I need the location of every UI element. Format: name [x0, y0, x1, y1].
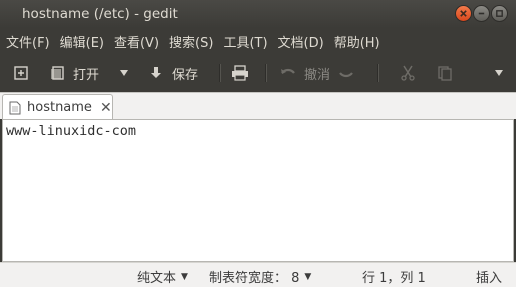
dropdown-arrow-icon	[120, 70, 128, 76]
editor-content[interactable]: www-linuxidc-com	[6, 123, 136, 139]
toolbar-separator	[377, 64, 378, 82]
tab-width-selector[interactable]: 制表符宽度： 8 ▼	[209, 267, 311, 286]
menu-edit[interactable]: 编辑(E)	[60, 32, 104, 51]
title-bar: hostname (/etc) - gedit	[0, 0, 516, 28]
cursor-position-label: 行 1，列 1	[362, 271, 426, 286]
print-button[interactable]	[231, 56, 249, 90]
open-recent-dropdown[interactable]	[119, 56, 129, 90]
printer-icon	[232, 65, 248, 81]
menu-search[interactable]: 搜索(S)	[169, 32, 213, 51]
copy-icon	[438, 66, 452, 81]
menu-tools[interactable]: 工具(T)	[223, 32, 267, 51]
toolbar: 打开 保存 撤消	[0, 56, 516, 90]
document-tab-strip: hostname ✕	[0, 92, 516, 120]
menu-file[interactable]: 文件(F)	[6, 32, 50, 51]
toolbar-separator	[219, 64, 220, 82]
save-button[interactable]: 保存	[148, 56, 198, 90]
open-file-icon	[51, 66, 64, 80]
minimize-icon	[478, 12, 485, 15]
tab-close-button[interactable]: ✕	[100, 101, 112, 115]
scissors-icon	[401, 65, 415, 81]
close-icon	[460, 10, 467, 17]
dropdown-arrow-icon: ▼	[304, 271, 312, 282]
insert-mode-indicator: 插入	[476, 267, 502, 286]
text-editor-area[interactable]: www-linuxidc-com	[2, 119, 514, 262]
language-label: 纯文本	[137, 271, 177, 286]
undo-button[interactable]: 撤消	[280, 56, 330, 90]
undo-icon	[281, 68, 295, 74]
menu-documents[interactable]: 文档(D)	[278, 32, 324, 51]
copy-button[interactable]	[437, 56, 453, 90]
tab-hostname[interactable]: hostname ✕	[2, 94, 113, 120]
menu-help[interactable]: 帮助(H)	[334, 32, 380, 51]
insert-mode-label: 插入	[476, 271, 503, 286]
language-selector[interactable]: 纯文本 ▼	[137, 267, 188, 286]
window-controls	[455, 5, 508, 22]
new-document-button[interactable]	[13, 56, 29, 90]
toolbar-separator	[265, 64, 266, 82]
open-label: 打开	[73, 67, 100, 83]
open-button[interactable]: 打开	[49, 56, 99, 90]
cut-button[interactable]	[400, 56, 416, 90]
redo-icon	[339, 72, 353, 78]
window-title: hostname (/etc) - gedit	[22, 6, 178, 22]
dropdown-arrow-icon	[495, 70, 503, 76]
minimize-window-button[interactable]	[473, 5, 490, 22]
text-file-icon	[9, 101, 21, 114]
undo-label: 撤消	[304, 67, 331, 83]
save-label: 保存	[172, 67, 199, 83]
toolbar-overflow-button[interactable]	[494, 56, 504, 90]
menu-view[interactable]: 查看(V)	[114, 32, 159, 51]
maximize-window-button[interactable]	[491, 5, 508, 22]
menu-bar: 文件(F) 编辑(E) 查看(V) 搜索(S) 工具(T) 文档(D) 帮助(H…	[0, 29, 516, 53]
status-bar: 纯文本 ▼ 制表符宽度： 8 ▼ 行 1，列 1 插入	[0, 262, 516, 287]
maximize-icon	[496, 10, 503, 17]
tab-label: hostname	[27, 100, 92, 115]
dropdown-arrow-icon: ▼	[181, 271, 188, 282]
close-window-button[interactable]	[455, 5, 472, 22]
save-download-icon	[151, 67, 161, 78]
gedit-window: hostname (/etc) - gedit 文件(F) 编辑(E) 查看(V…	[0, 0, 516, 287]
redo-button[interactable]	[338, 56, 354, 90]
new-document-icon	[14, 66, 28, 80]
cursor-position: 行 1，列 1	[362, 267, 426, 286]
tab-width-label: 制表符宽度： 8	[209, 271, 300, 286]
